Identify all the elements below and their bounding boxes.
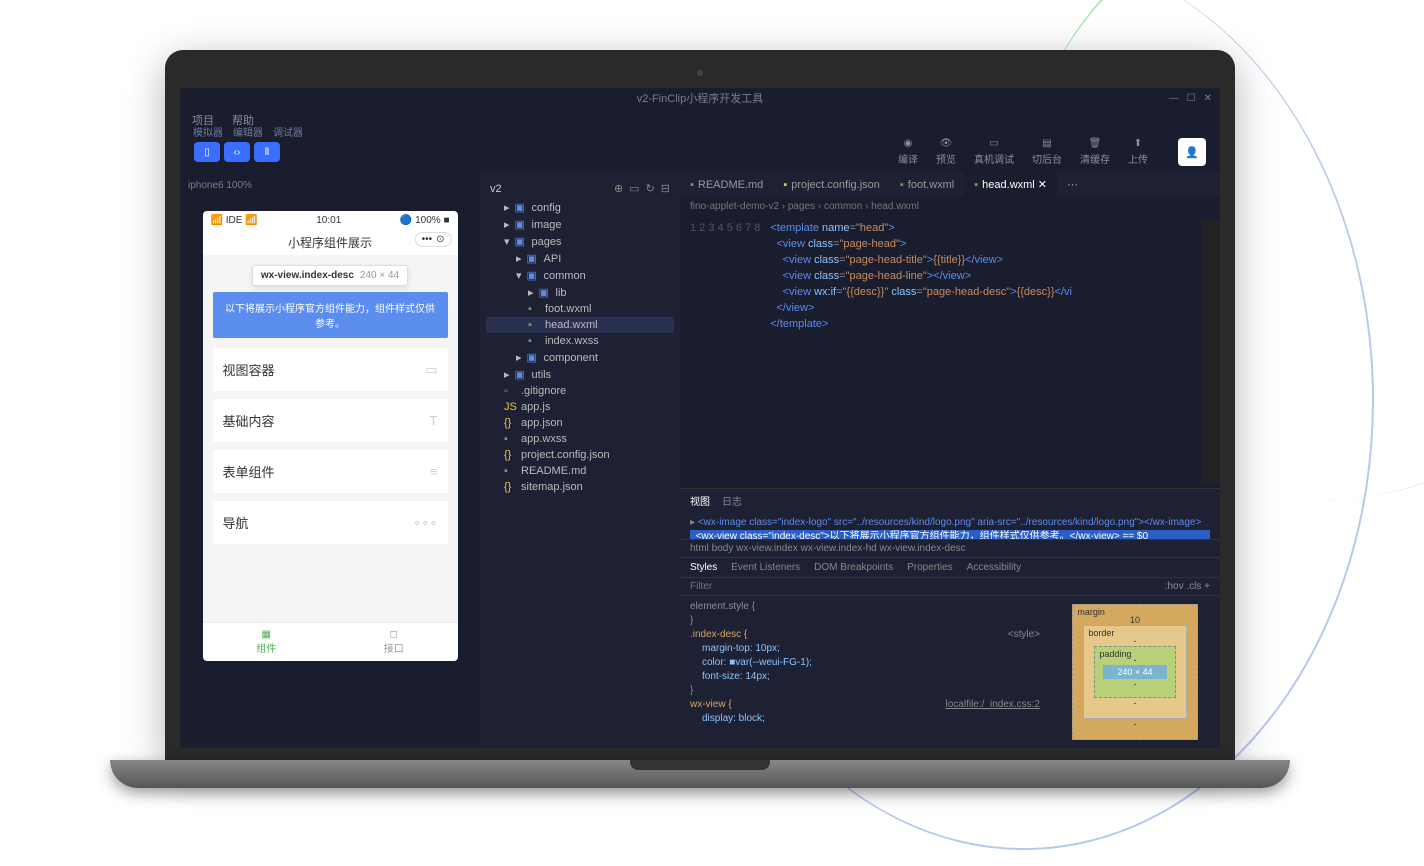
- breadcrumb[interactable]: fino-applet-demo-v2 › pages › common › h…: [680, 197, 1220, 216]
- tab-api[interactable]: ◻接口: [330, 623, 458, 661]
- file-item[interactable]: {} app.json: [486, 415, 674, 431]
- clear-cache-button[interactable]: 🗑清缓存: [1080, 138, 1110, 166]
- project-root[interactable]: v2: [490, 183, 502, 195]
- file-item[interactable]: ▸ ▣ lib: [486, 284, 674, 301]
- inspector-tooltip: wx-view.index-desc 240 × 44: [252, 265, 408, 286]
- editor-tab[interactable]: ▪ foot.wxml: [890, 172, 964, 197]
- file-item[interactable]: {} sitemap.json: [486, 479, 674, 495]
- devtools-subtab[interactable]: DOM Breakpoints: [814, 562, 893, 573]
- devtools-tab-console[interactable]: 日志: [722, 493, 742, 508]
- window-title: v2-FinClip小程序开发工具: [637, 90, 764, 106]
- editor-button[interactable]: ‹›: [224, 142, 250, 162]
- list-item[interactable]: 视图容器▭: [213, 348, 448, 391]
- new-folder-icon[interactable]: ▭: [629, 182, 639, 195]
- file-item[interactable]: ▪ foot.wxml: [486, 301, 674, 317]
- file-item[interactable]: ▪ index.wxss: [486, 333, 674, 349]
- file-item[interactable]: ▾ ▣ pages: [486, 233, 674, 250]
- devtools-subtab[interactable]: Properties: [907, 562, 953, 573]
- editor-tab[interactable]: ▪ project.config.json: [773, 172, 890, 197]
- maximize-icon[interactable]: ☐: [1187, 93, 1196, 104]
- app-title: 小程序组件展示: [288, 236, 372, 250]
- style-filter-input[interactable]: [690, 581, 1157, 592]
- highlighted-element[interactable]: 以下将展示小程序官方组件能力，组件样式仅供参考。: [213, 292, 448, 338]
- file-explorer: v2 ⊕ ▭ ↻ ⊟ ▸ ▣ config▸ ▣ image▾ ▣ pages▸…: [480, 172, 680, 748]
- file-item[interactable]: {} project.config.json: [486, 447, 674, 463]
- background-button[interactable]: ▤切后台: [1032, 138, 1062, 166]
- user-avatar[interactable]: 👤: [1178, 138, 1206, 166]
- file-item[interactable]: ▸ ▣ utils: [486, 366, 674, 383]
- editor-tab[interactable]: ▪ head.wxml ✕: [964, 172, 1057, 197]
- tab-components[interactable]: ▦组件: [203, 623, 331, 661]
- file-item[interactable]: ▸ ▣ component: [486, 349, 674, 366]
- file-item[interactable]: ▫ .gitignore: [486, 383, 674, 399]
- new-file-icon[interactable]: ⊕: [614, 182, 623, 195]
- devtools-tab-elements[interactable]: 视图: [690, 493, 710, 508]
- devtools-subtab[interactable]: Event Listeners: [731, 562, 800, 573]
- preview-button[interactable]: 👁预览: [936, 138, 956, 166]
- upload-button[interactable]: ⬆上传: [1128, 138, 1148, 166]
- simulator-button[interactable]: ▯: [194, 142, 220, 162]
- close-icon[interactable]: ✕: [1204, 93, 1212, 104]
- compile-button[interactable]: ◉编译: [898, 138, 918, 166]
- laptop-frame: v2-FinClip小程序开发工具 — ☐ ✕ 项目 帮助 ▯ ‹› ⫴ 模拟器…: [165, 50, 1235, 810]
- editor-tabs: ▪ README.md▪ project.config.json▪ foot.w…: [680, 172, 1220, 197]
- file-item[interactable]: ▾ ▣ common: [486, 267, 674, 284]
- minimize-icon[interactable]: —: [1169, 93, 1179, 104]
- code-editor[interactable]: 1 2 3 4 5 6 7 8 <template name="head"> <…: [680, 216, 1220, 488]
- debugger-button[interactable]: ⫴: [254, 142, 280, 162]
- file-item[interactable]: ▪ head.wxml: [486, 317, 674, 333]
- list-item[interactable]: 基础内容T: [213, 399, 448, 442]
- devtools-subtab[interactable]: Styles: [690, 562, 717, 573]
- phone-preview: 📶 IDE 📶 10:01 🔵 100% ■ 小程序组件展示 •••⊙ wx-v…: [203, 211, 458, 661]
- devtools-subtab[interactable]: Accessibility: [967, 562, 1021, 573]
- refresh-icon[interactable]: ↻: [646, 182, 655, 195]
- device-info[interactable]: iphone6 100%: [188, 180, 472, 191]
- box-model: margin10 border- padding- 240 × 44 - - -: [1050, 596, 1220, 748]
- devtools-panel: 视图 日志 ▸ <wx-image class="index-logo" src…: [680, 488, 1220, 748]
- window-titlebar: v2-FinClip小程序开发工具 — ☐ ✕: [180, 88, 1220, 108]
- dom-breadcrumb[interactable]: html body wx-view.index wx-view.index-hd…: [680, 539, 1220, 558]
- collapse-icon[interactable]: ⊟: [661, 182, 670, 195]
- file-item[interactable]: ▪ README.md: [486, 463, 674, 479]
- styles-pane[interactable]: element.style { } .index-desc {<style> m…: [680, 596, 1050, 748]
- menubar: 项目 帮助: [180, 108, 1220, 132]
- file-item[interactable]: ▸ ▣ config: [486, 199, 674, 216]
- minimap[interactable]: [1202, 220, 1220, 484]
- simulator-panel: iphone6 100% 📶 IDE 📶 10:01 🔵 100% ■ 小程序组…: [180, 172, 480, 748]
- file-item[interactable]: JS app.js: [486, 399, 674, 415]
- toolbar: ▯ ‹› ⫴ 模拟器 编辑器 调试器 ◉编译 👁预览 ▭真机调试 ▤切后台 🗑清…: [180, 132, 1220, 172]
- list-item[interactable]: 表单组件≡: [213, 450, 448, 493]
- more-tabs-icon[interactable]: ⋯: [1057, 172, 1088, 197]
- list-item[interactable]: 导航∘∘∘: [213, 501, 448, 544]
- file-item[interactable]: ▸ ▣ image: [486, 216, 674, 233]
- editor-tab[interactable]: ▪ README.md: [680, 172, 773, 197]
- file-item[interactable]: ▪ app.wxss: [486, 431, 674, 447]
- file-item[interactable]: ▸ ▣ API: [486, 250, 674, 267]
- dom-tree[interactable]: ▸ <wx-image class="index-logo" src="../r…: [680, 512, 1220, 539]
- remote-debug-button[interactable]: ▭真机调试: [974, 138, 1014, 166]
- capsule-button[interactable]: •••⊙: [415, 232, 452, 247]
